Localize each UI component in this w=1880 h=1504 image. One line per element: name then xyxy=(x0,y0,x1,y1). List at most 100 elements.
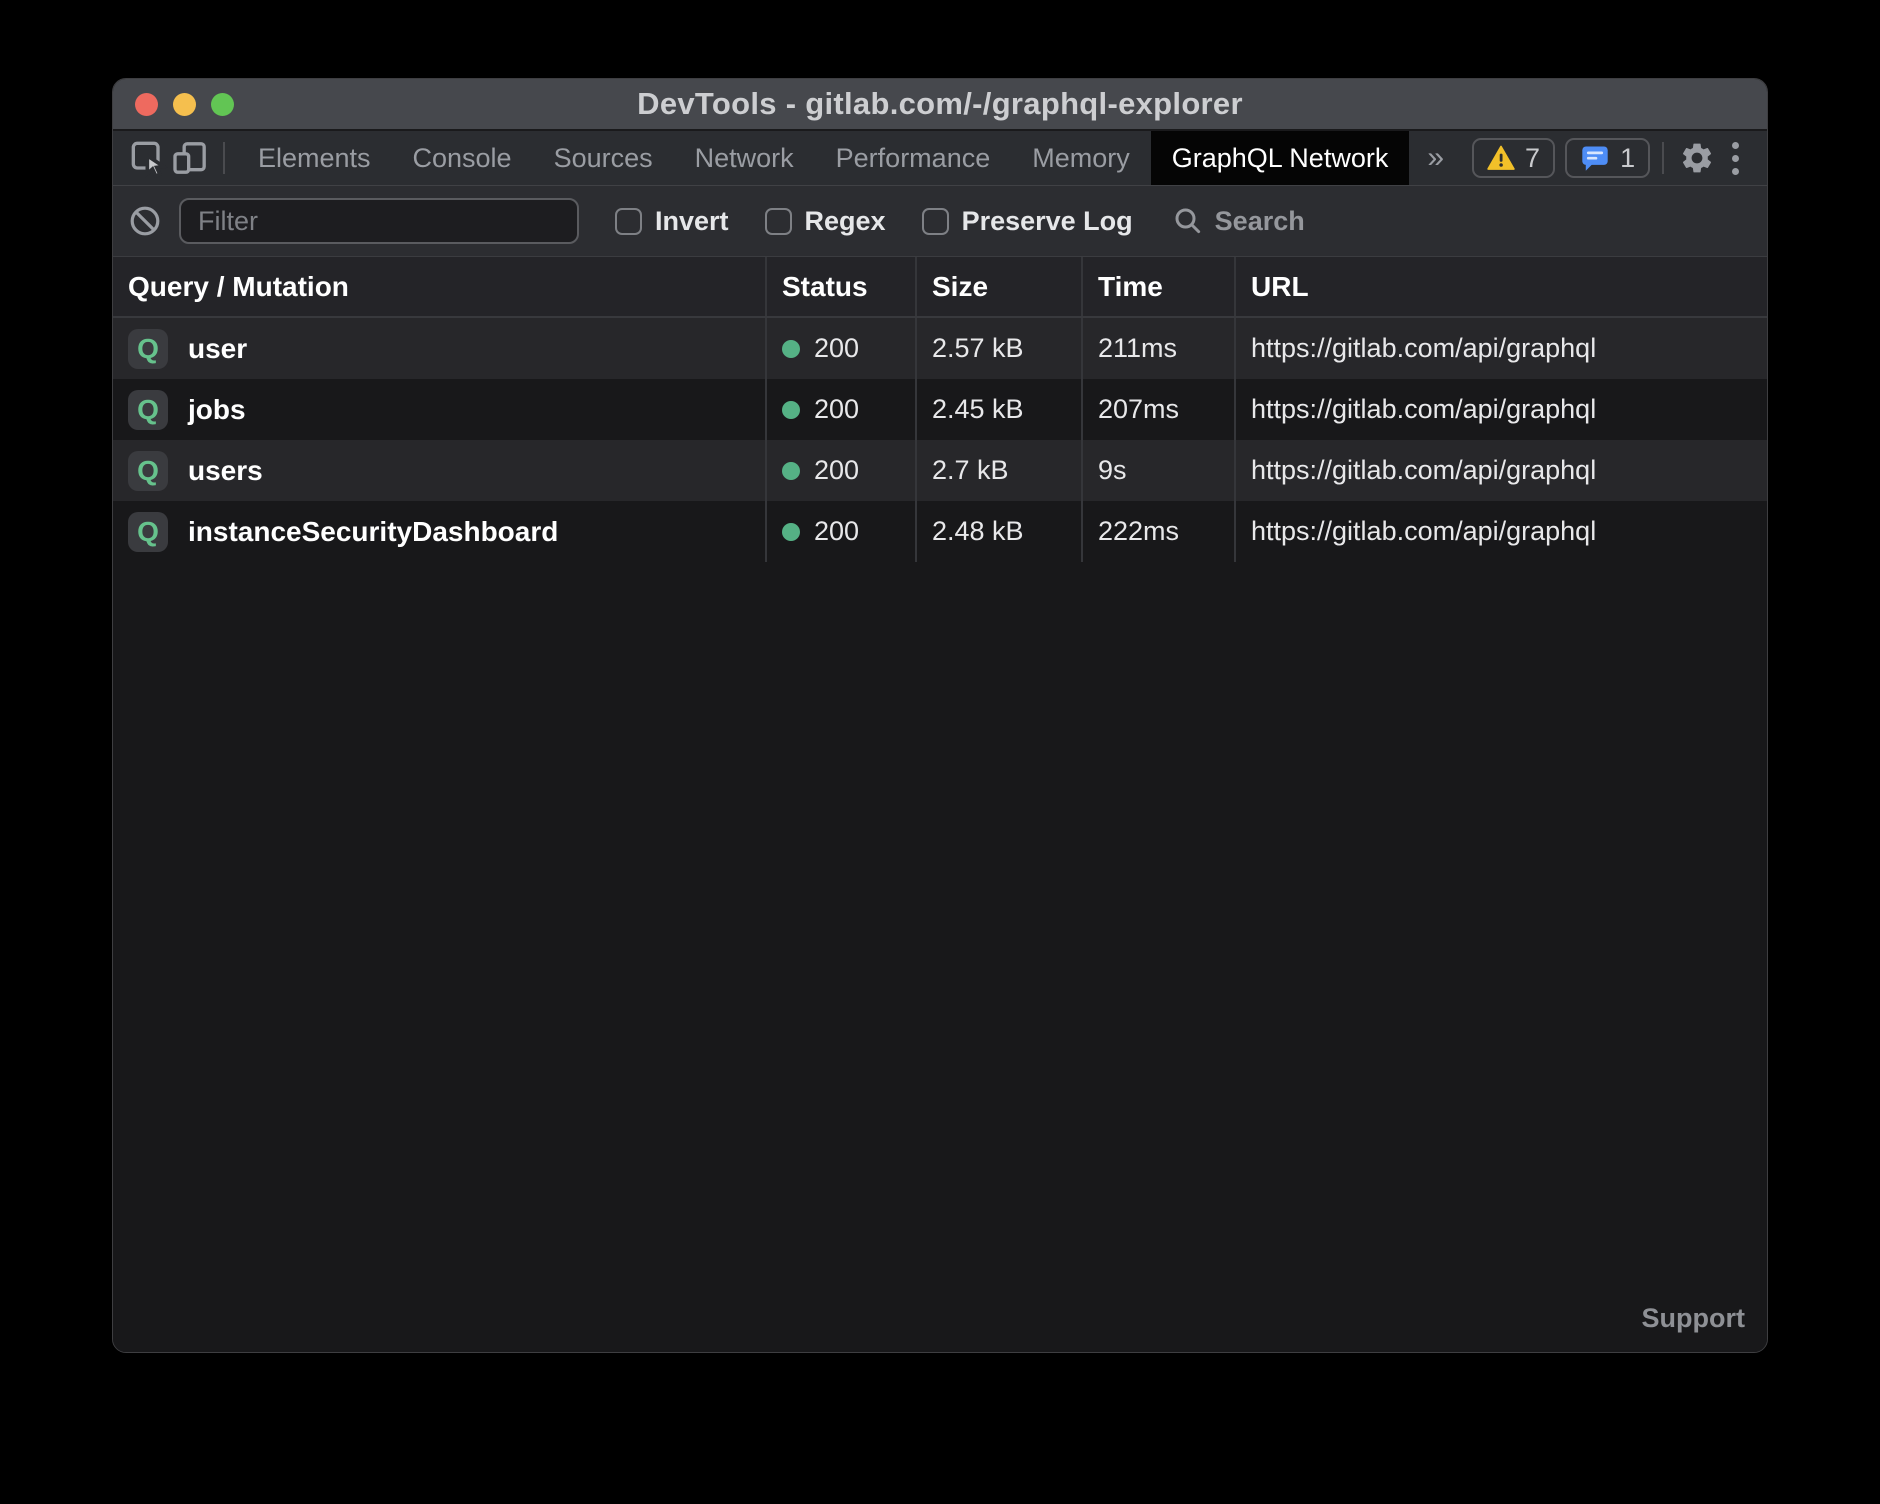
query-type-badge: Q xyxy=(128,512,168,552)
url-cell: https://gitlab.com/api/graphql xyxy=(1234,379,1767,440)
messages-badge[interactable]: 1 xyxy=(1565,138,1650,178)
column-header-time[interactable]: Time xyxy=(1081,257,1234,316)
regex-checkbox-group: Regex xyxy=(765,206,886,237)
devtools-tab-bar: Elements Console Sources Network Perform… xyxy=(113,131,1767,186)
devtools-window: DevTools - gitlab.com/-/graphql-explorer… xyxy=(112,78,1768,1353)
column-header-query-mutation[interactable]: Query / Mutation xyxy=(113,257,765,316)
warning-count: 7 xyxy=(1525,143,1540,174)
query-name: users xyxy=(188,455,263,487)
zoom-window-button[interactable] xyxy=(211,93,234,116)
column-header-size[interactable]: Size xyxy=(915,257,1081,316)
query-cell: Q jobs xyxy=(113,379,765,440)
window-title: DevTools - gitlab.com/-/graphql-explorer xyxy=(637,86,1243,122)
tab-label: Sources xyxy=(554,143,653,174)
warning-triangle-icon xyxy=(1487,145,1515,171)
url-cell: https://gitlab.com/api/graphql xyxy=(1234,318,1767,379)
tab-label: Performance xyxy=(836,143,991,174)
query-name: jobs xyxy=(188,394,246,426)
tab-label: Elements xyxy=(258,143,371,174)
traffic-lights xyxy=(135,79,234,129)
status-ok-dot-icon xyxy=(782,462,800,480)
size-cell: 2.7 kB xyxy=(915,440,1081,501)
table-row[interactable]: Q jobs 200 2.45 kB 207ms https://gitlab.… xyxy=(113,379,1767,440)
query-cell: Q users xyxy=(113,440,765,501)
status-code: 200 xyxy=(814,394,859,425)
tab-label: Memory xyxy=(1032,143,1130,174)
status-ok-dot-icon xyxy=(782,340,800,358)
query-name: user xyxy=(188,333,247,365)
inspect-cursor-icon xyxy=(128,138,168,178)
url-cell: https://gitlab.com/api/graphql xyxy=(1234,501,1767,562)
status-cell: 200 xyxy=(765,501,915,562)
gear-icon xyxy=(1679,140,1715,176)
inspect-element-button[interactable] xyxy=(127,131,169,185)
time-cell: 222ms xyxy=(1081,501,1234,562)
preserve-log-checkbox[interactable] xyxy=(922,208,949,235)
query-type-badge: Q xyxy=(128,451,168,491)
more-tabs-button[interactable]: » xyxy=(1409,131,1462,185)
table-header: Query / Mutation Status Size Time URL xyxy=(113,257,1767,318)
tab-elements[interactable]: Elements xyxy=(237,131,392,185)
tab-label: GraphQL Network xyxy=(1172,143,1389,174)
search-icon xyxy=(1173,206,1203,236)
close-window-button[interactable] xyxy=(135,93,158,116)
time-cell: 207ms xyxy=(1081,379,1234,440)
status-code: 200 xyxy=(814,516,859,547)
status-cell: 200 xyxy=(765,440,915,501)
query-type-badge: Q xyxy=(128,329,168,369)
query-name: instanceSecurityDashboard xyxy=(188,516,558,548)
toggle-device-toolbar-button[interactable] xyxy=(169,131,211,185)
query-cell: Q instanceSecurityDashboard xyxy=(113,501,765,562)
tab-memory[interactable]: Memory xyxy=(1011,131,1151,185)
tab-sources[interactable]: Sources xyxy=(533,131,674,185)
table-row[interactable]: Q instanceSecurityDashboard 200 2.48 kB … xyxy=(113,501,1767,562)
size-cell: 2.45 kB xyxy=(915,379,1081,440)
url-cell: https://gitlab.com/api/graphql xyxy=(1234,440,1767,501)
regex-checkbox[interactable] xyxy=(765,208,792,235)
query-cell: Q user xyxy=(113,318,765,379)
filter-input[interactable] xyxy=(179,198,579,244)
status-ok-dot-icon xyxy=(782,523,800,541)
column-header-status[interactable]: Status xyxy=(765,257,915,316)
table-row[interactable]: Q user 200 2.57 kB 211ms https://gitlab.… xyxy=(113,318,1767,379)
time-cell: 211ms xyxy=(1081,318,1234,379)
device-toolbar-icon xyxy=(170,138,210,178)
tab-console[interactable]: Console xyxy=(392,131,533,185)
message-count: 1 xyxy=(1620,143,1635,174)
warnings-badge[interactable]: 7 xyxy=(1472,138,1555,178)
tab-label: Console xyxy=(413,143,512,174)
status-cell: 200 xyxy=(765,379,915,440)
status-code: 200 xyxy=(814,455,859,486)
table-row[interactable]: Q users 200 2.7 kB 9s https://gitlab.com… xyxy=(113,440,1767,501)
search-button[interactable]: Search xyxy=(1173,206,1305,237)
size-cell: 2.48 kB xyxy=(915,501,1081,562)
status-code: 200 xyxy=(814,333,859,364)
tab-label: Network xyxy=(695,143,794,174)
table-empty-area: Support xyxy=(113,562,1767,1352)
column-header-url[interactable]: URL xyxy=(1234,257,1767,316)
chevron-double-right-icon: » xyxy=(1427,141,1444,175)
tab-performance[interactable]: Performance xyxy=(815,131,1012,185)
status-ok-dot-icon xyxy=(782,401,800,419)
support-link[interactable]: Support xyxy=(1642,1303,1745,1334)
settings-button[interactable] xyxy=(1676,131,1718,185)
status-cell: 200 xyxy=(765,318,915,379)
titlebar[interactable]: DevTools - gitlab.com/-/graphql-explorer xyxy=(113,79,1767,131)
tab-network[interactable]: Network xyxy=(674,131,815,185)
message-bubble-icon xyxy=(1580,144,1610,172)
search-label: Search xyxy=(1215,206,1305,237)
toolbar-separator xyxy=(1662,142,1664,174)
more-options-button[interactable] xyxy=(1718,131,1753,185)
size-cell: 2.57 kB xyxy=(915,318,1081,379)
filter-toolbar: Invert Regex Preserve Log Search xyxy=(113,186,1767,257)
time-cell: 9s xyxy=(1081,440,1234,501)
query-type-badge: Q xyxy=(128,390,168,430)
invert-checkbox[interactable] xyxy=(615,208,642,235)
invert-checkbox-group: Invert xyxy=(615,206,729,237)
clear-block-icon[interactable] xyxy=(129,205,161,237)
preserve-log-checkbox-group: Preserve Log xyxy=(922,206,1133,237)
invert-label: Invert xyxy=(655,206,729,237)
minimize-window-button[interactable] xyxy=(173,93,196,116)
tab-graphql-network[interactable]: GraphQL Network xyxy=(1151,131,1410,185)
preserve-log-label: Preserve Log xyxy=(962,206,1133,237)
